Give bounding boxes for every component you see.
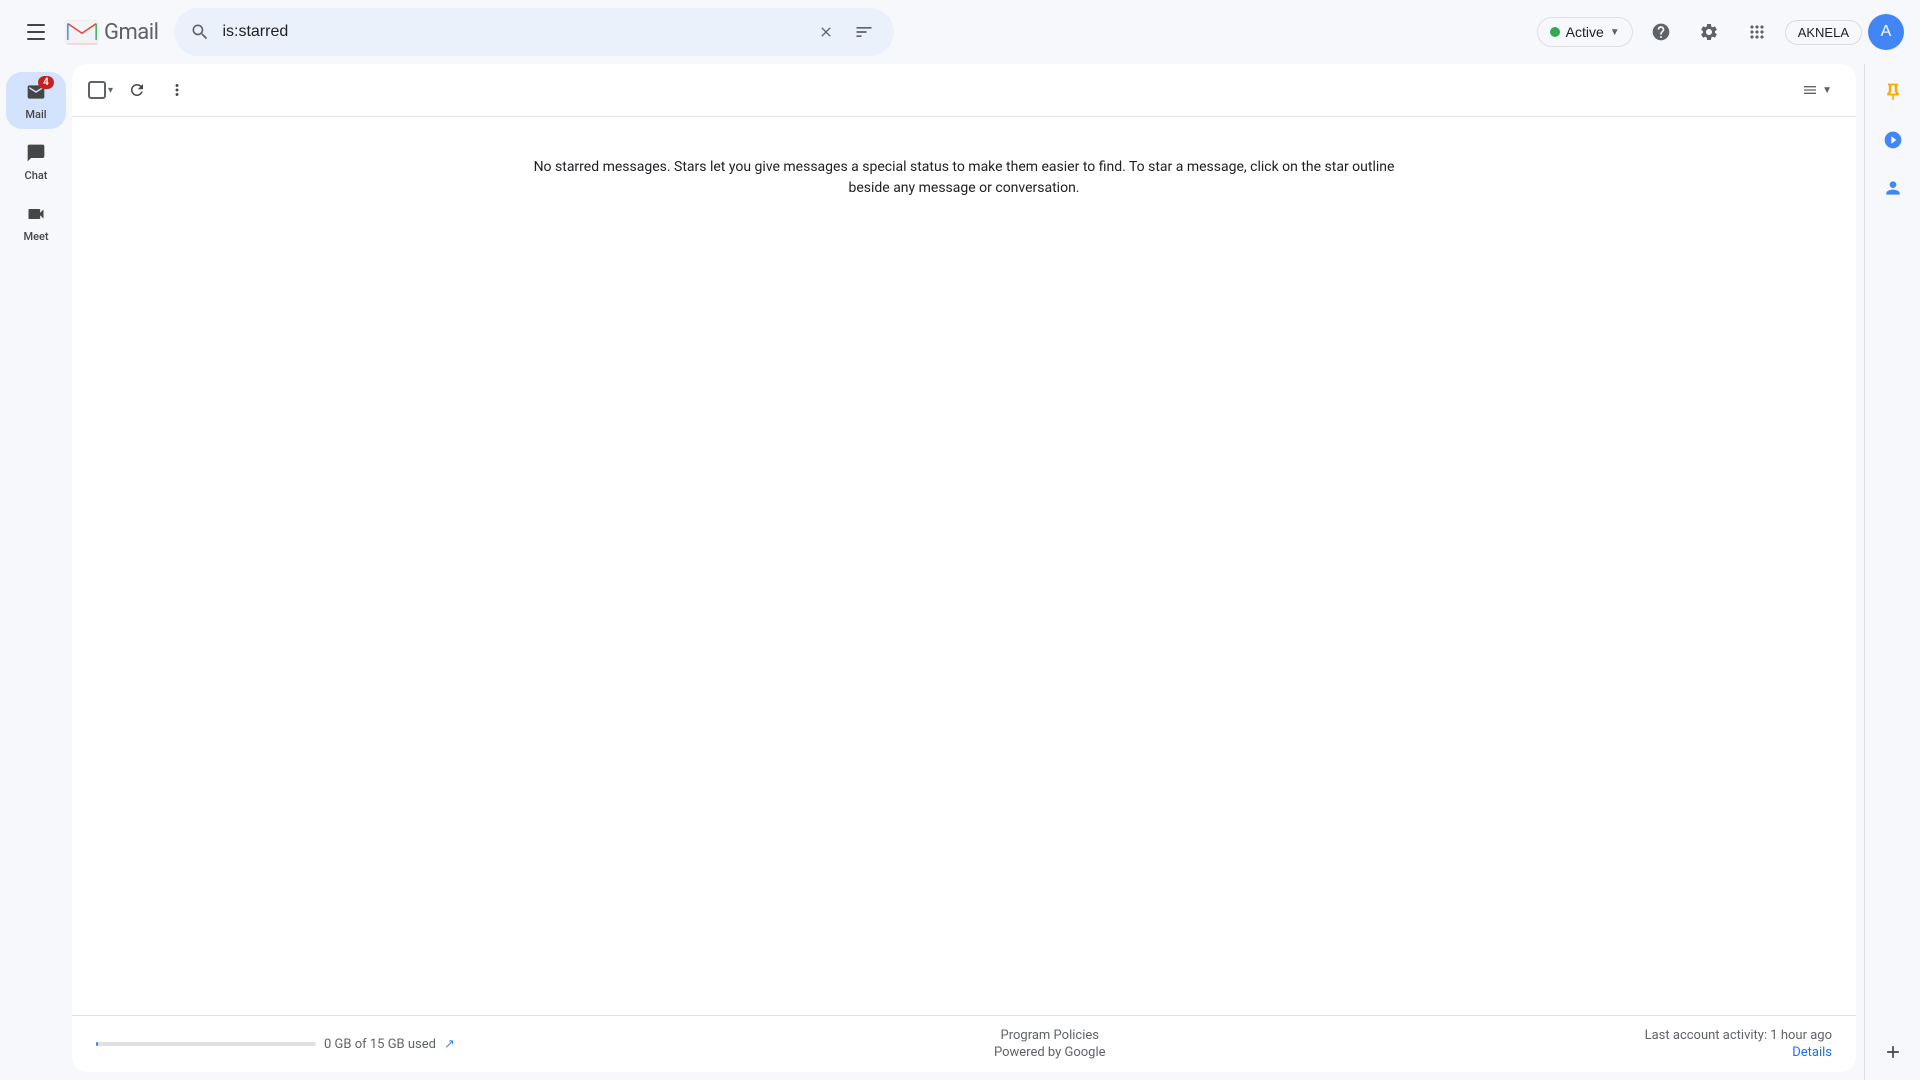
gear-icon [1699,22,1719,42]
footer-right: Last account activity: 1 hour ago Detail… [1645,1028,1832,1060]
select-all-container: ▾ [88,81,115,99]
sidebar: 4 Mail Chat Meet [0,64,72,1080]
toolbar-left: ▾ [88,72,1786,108]
contacts-icon [1883,178,1903,198]
keep-button[interactable] [1873,72,1913,112]
toolbar-right: ▼ [1794,78,1840,102]
search-clear-button[interactable] [818,20,842,44]
refresh-icon [128,81,146,99]
program-policies-link[interactable]: Program Policies [1001,1028,1099,1043]
settings-button[interactable] [1689,12,1729,52]
storage-bar-fill [96,1042,98,1046]
add-app-button[interactable] [1873,1032,1913,1072]
sidebar-item-chat[interactable]: Chat [6,133,66,190]
meet-icon [24,202,48,226]
search-icon [190,22,210,42]
gmail-logo-text: Gmail [104,20,158,45]
grid-icon [1747,22,1767,42]
content-area: ▾ ▼ [72,64,1856,1072]
select-all-checkbox[interactable] [88,81,106,99]
density-icon [1802,82,1818,98]
gmail-logo[interactable]: Gmail [64,18,158,46]
apps-button[interactable] [1737,12,1777,52]
close-icon [818,24,834,40]
account-button[interactable]: AKNELA A [1785,14,1904,50]
chevron-down-icon: ▼ [1610,27,1620,38]
search-options-button[interactable] [854,20,878,44]
chevron-down-icon: ▼ [1822,85,1832,96]
density-button[interactable]: ▼ [1794,78,1840,102]
app-header: Gmail Active ▼ [0,0,1920,64]
active-dot [1550,27,1560,37]
sidebar-chat-label: Chat [25,169,48,182]
sidebar-item-mail[interactable]: 4 Mail [6,72,66,129]
search-input[interactable] [222,23,806,41]
right-panel [1864,64,1920,1080]
footer-center: Program Policies Powered by Google [994,1028,1106,1060]
search-button[interactable] [190,22,210,42]
hamburger-icon [27,24,45,40]
more-vert-icon [168,81,186,99]
empty-state: No starred messages. Stars let you give … [72,117,1856,1015]
search-bar [174,8,894,56]
mail-icon: 4 [24,80,48,104]
sidebar-meet-label: Meet [23,230,48,243]
last-activity-text: Last account activity: 1 hour ago [1645,1028,1832,1043]
refresh-button[interactable] [119,72,155,108]
avatar: A [1868,14,1904,50]
storage-link-icon[interactable]: ↗ [444,1037,455,1052]
contacts-button[interactable] [1873,168,1913,208]
header-right: Active ▼ AKNELA A [1537,12,1904,52]
powered-by-text: Powered by Google [994,1045,1106,1060]
mail-badge: 4 [38,76,54,89]
toolbar: ▾ ▼ [72,64,1856,117]
empty-state-message: No starred messages. Stars let you give … [514,157,1414,199]
tasks-button[interactable] [1873,120,1913,160]
details-link[interactable]: Details [1792,1045,1832,1060]
active-label: Active [1566,24,1604,40]
more-options-button[interactable] [159,72,195,108]
footer: 0 GB of 15 GB used ↗ Program Policies Po… [72,1015,1856,1072]
sidebar-mail-label: Mail [25,108,46,121]
main-layout: 4 Mail Chat Meet [0,64,1920,1080]
storage-used-text: 0 GB of 15 GB used [324,1037,436,1052]
keep-icon [1883,82,1903,102]
account-name-badge: AKNELA [1785,20,1862,45]
chat-icon [24,141,48,165]
gmail-m-icon [64,18,100,46]
menu-button[interactable] [16,12,56,52]
help-button[interactable] [1641,12,1681,52]
select-dropdown-button[interactable]: ▾ [106,83,115,98]
tasks-icon [1883,130,1903,150]
sidebar-item-meet[interactable]: Meet [6,194,66,251]
help-icon [1651,22,1671,42]
tune-icon [854,22,874,42]
footer-left: 0 GB of 15 GB used ↗ [96,1037,455,1052]
active-status-button[interactable]: Active ▼ [1537,17,1633,47]
storage-bar [96,1042,316,1046]
add-icon [1883,1042,1903,1062]
